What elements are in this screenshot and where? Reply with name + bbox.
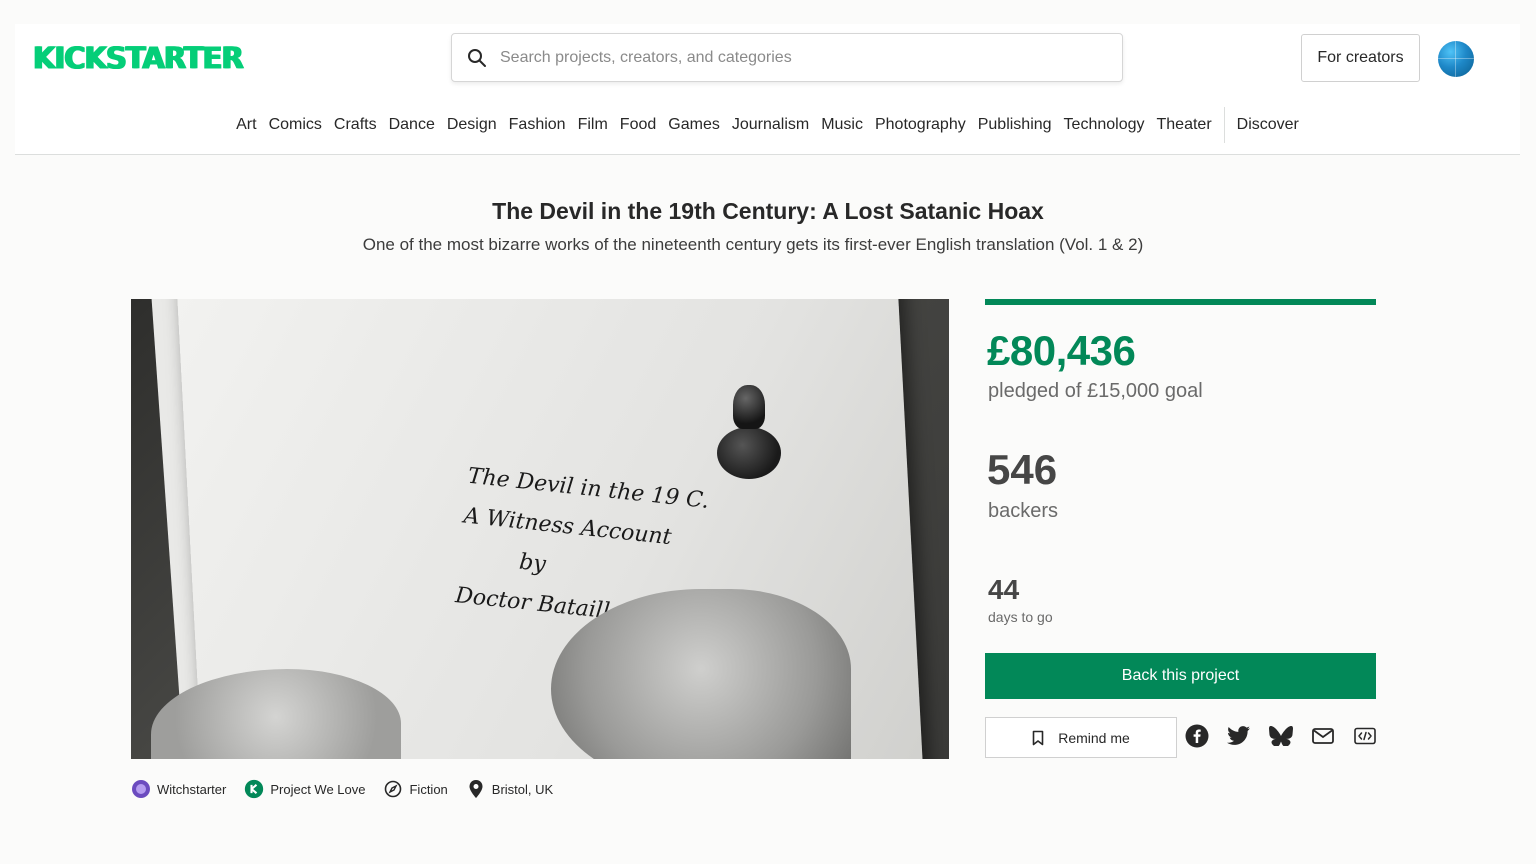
hero-pawn-head — [733, 385, 765, 429]
nav-item-fashion[interactable]: Fashion — [509, 116, 566, 134]
backers-count: 546 — [987, 446, 1058, 493]
pledged-goal-text: pledged of £15,000 goal — [988, 380, 1203, 402]
twitter-icon[interactable] — [1227, 724, 1251, 748]
nav-item-technology[interactable]: Technology — [1064, 116, 1145, 134]
remind-me-button[interactable]: Remind me — [985, 717, 1177, 758]
compass-icon — [383, 779, 403, 799]
nav-item-publishing[interactable]: Publishing — [978, 116, 1052, 134]
kickstarter-badge-icon — [244, 779, 264, 799]
nav-item-journalism[interactable]: Journalism — [732, 116, 809, 134]
funding-progress-bar — [985, 299, 1376, 305]
nav-item-dance[interactable]: Dance — [389, 116, 435, 134]
tag-label: Project We Love — [270, 781, 366, 797]
facebook-icon[interactable] — [1185, 724, 1209, 748]
nav-divider — [1223, 107, 1225, 143]
nav-item-crafts[interactable]: Crafts — [334, 116, 377, 134]
project-video-thumbnail[interactable]: The Devil in the 19 C. A Witness Account… — [131, 299, 949, 759]
site-header: KICKSTARTER For creators Art Comics Craf… — [15, 24, 1520, 155]
pledged-amount: £80,436 — [987, 327, 1136, 374]
search-input[interactable] — [500, 48, 1122, 67]
embed-icon[interactable] — [1353, 724, 1377, 748]
project-tags: Witchstarter Project We Love Fiction Bri… — [131, 778, 571, 800]
nav-item-games[interactable]: Games — [668, 116, 720, 134]
nav-item-photography[interactable]: Photography — [875, 116, 966, 134]
tag-label: Witchstarter — [157, 781, 227, 797]
email-icon[interactable] — [1311, 724, 1335, 748]
nav-item-discover[interactable]: Discover — [1237, 116, 1299, 134]
search-bar[interactable] — [451, 33, 1123, 82]
share-icons — [1185, 724, 1395, 748]
nav-item-design[interactable]: Design — [447, 116, 497, 134]
back-this-project-button[interactable]: Back this project — [985, 653, 1376, 699]
witch-icon — [131, 779, 151, 799]
user-avatar[interactable] — [1438, 41, 1474, 77]
tag-project-we-love[interactable]: Project We Love — [244, 779, 365, 799]
bluesky-icon[interactable] — [1269, 724, 1293, 748]
tag-fiction[interactable]: Fiction — [383, 779, 448, 799]
for-creators-button[interactable]: For creators — [1301, 34, 1420, 82]
remind-me-label: Remind me — [1058, 729, 1130, 746]
nav-item-music[interactable]: Music — [821, 116, 863, 134]
days-label: days to go — [988, 609, 1053, 625]
search-icon — [468, 48, 486, 67]
tag-witchstarter[interactable]: Witchstarter — [131, 779, 226, 799]
days-count: 44 — [988, 574, 1020, 605]
nav-item-comics[interactable]: Comics — [269, 116, 322, 134]
tag-label: Fiction — [409, 781, 448, 797]
tag-label: Bristol, UK — [491, 781, 554, 797]
backers-label: backers — [988, 500, 1059, 522]
bookmark-icon — [1032, 730, 1044, 745]
funding-progress-fill — [985, 299, 1376, 305]
nav-item-art[interactable]: Art — [236, 116, 256, 134]
hero-pawn-base — [717, 427, 781, 479]
tag-location[interactable]: Bristol, UK — [466, 779, 553, 799]
project-title: The Devil in the 19th Century: A Lost Sa… — [492, 198, 1044, 224]
location-pin-icon — [466, 779, 486, 799]
category-nav: Art Comics Crafts Dance Design Fashion F… — [15, 106, 1520, 144]
nav-item-film[interactable]: Film — [578, 116, 608, 134]
kickstarter-logo[interactable]: KICKSTARTER — [33, 41, 275, 75]
project-subtitle: One of the most bizarre works of the nin… — [362, 235, 1144, 254]
nav-item-theater[interactable]: Theater — [1157, 116, 1212, 134]
nav-item-food[interactable]: Food — [620, 116, 656, 134]
